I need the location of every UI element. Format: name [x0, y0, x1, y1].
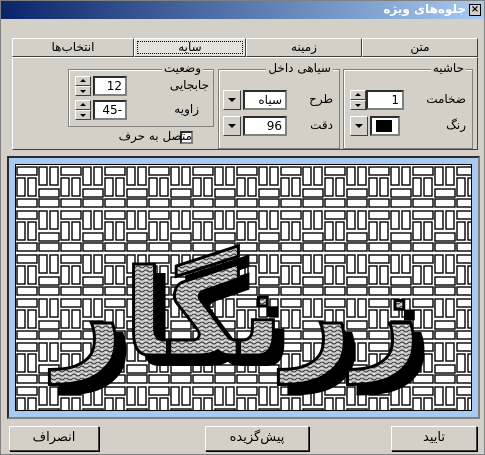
title-bar: جلوه‌های ویژه ×	[1, 1, 484, 19]
preview-graphic: زرنگار زرنگار	[16, 165, 471, 410]
close-icon[interactable]: ×	[469, 4, 481, 16]
spin-down-icon[interactable]	[75, 110, 91, 120]
attached-label[interactable]: متصل به حرف	[119, 129, 192, 143]
tab-text[interactable]: متن	[362, 38, 478, 57]
ok-button[interactable]: تایید	[391, 426, 477, 451]
offset-field[interactable]: 12	[93, 76, 127, 96]
pattern-label: طرح	[309, 92, 333, 106]
angle-label: زاویه	[174, 102, 199, 116]
preview-frame: زرنگار زرنگار	[7, 156, 480, 419]
spin-up-icon[interactable]	[75, 100, 91, 110]
inner-shadow-legend: سیاهی داخل	[266, 61, 333, 75]
precision-field[interactable]: 96	[243, 116, 287, 136]
cancel-button[interactable]: انصراف	[9, 426, 99, 451]
position-legend: وضعیت	[161, 61, 203, 75]
position-group: وضعیت جابجایی 12 زاویه -45	[68, 61, 214, 127]
precision-label: دقت	[310, 118, 333, 132]
spin-up-icon[interactable]	[350, 90, 366, 100]
color-dropdown-icon[interactable]	[350, 116, 368, 136]
color-swatch	[376, 120, 392, 132]
spin-down-icon[interactable]	[350, 100, 366, 110]
angle-field[interactable]: -45	[93, 100, 127, 120]
border-group: حاشیه ضخامت 1 رنگ	[343, 61, 473, 149]
precision-dropdown-icon[interactable]	[223, 116, 241, 136]
effects-dialog: جلوه‌های ویژه × انتخاب‌ها سایه زمینه متن…	[0, 0, 485, 455]
color-field[interactable]	[370, 116, 400, 136]
color-label: رنگ	[446, 118, 466, 132]
shadow-panel: حاشیه ضخامت 1 رنگ سیاهی داخل طرح سیاه دق…	[12, 57, 478, 150]
pattern-dropdown-icon[interactable]	[223, 90, 241, 110]
preview-text: زرنگار	[49, 245, 421, 384]
default-button[interactable]: پیش‌گزیده	[205, 426, 309, 451]
spin-down-icon[interactable]	[75, 86, 91, 96]
preview-canvas: زرنگار زرنگار	[15, 164, 472, 411]
offset-stepper[interactable]	[75, 76, 91, 96]
pattern-field[interactable]: سیاه	[243, 90, 287, 110]
offset-label: جابجایی	[169, 78, 209, 92]
tab-options[interactable]: انتخاب‌ها	[12, 38, 134, 57]
thickness-stepper[interactable]	[350, 90, 366, 110]
angle-stepper[interactable]	[75, 100, 91, 120]
spin-up-icon[interactable]	[75, 76, 91, 86]
thickness-field[interactable]: 1	[366, 90, 404, 110]
thickness-label: ضخامت	[426, 92, 466, 106]
window-title: جلوه‌های ویژه	[383, 2, 466, 16]
tab-shadow[interactable]: سایه	[134, 38, 246, 57]
border-legend: حاشیه	[430, 61, 466, 75]
tab-background[interactable]: زمینه	[246, 38, 362, 57]
inner-shadow-group: سیاهی داخل طرح سیاه دقت 96	[218, 61, 340, 149]
tab-strip: انتخاب‌ها سایه زمینه متن	[12, 38, 478, 57]
